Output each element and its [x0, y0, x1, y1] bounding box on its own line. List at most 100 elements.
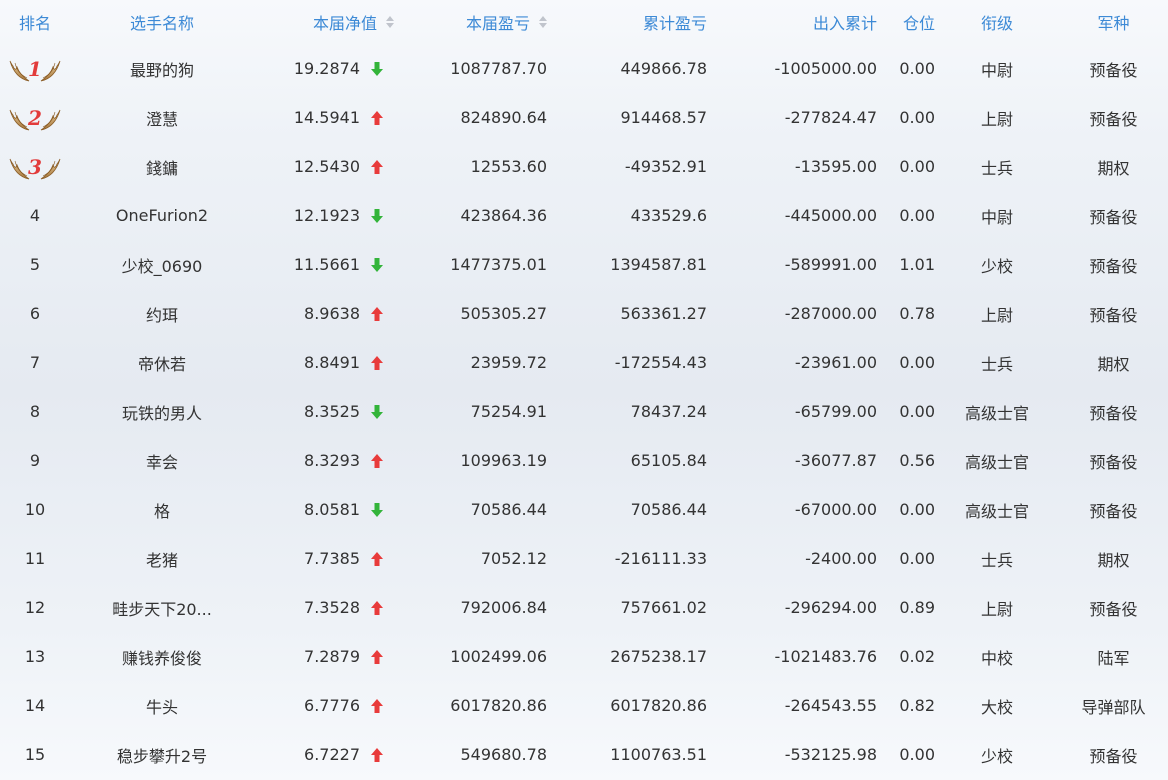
title-cell: 士兵 — [980, 158, 1013, 178]
table-row[interactable]: 9 幸会 8.3293 109963.19 65105.84 -36077.87 0.56 高… — [0, 436, 1168, 485]
nav-cell: 8.0581 — [254, 485, 398, 534]
pos-cell: 0.00 — [899, 549, 935, 568]
cum-cell: 78437.24 — [630, 402, 707, 421]
player-name[interactable]: 澄慧 — [70, 93, 254, 142]
nav-value: 12.5430 — [293, 157, 360, 176]
table-row[interactable]: 5 少校_0690 11.5661 1477375.01 1394587.81 -5899… — [0, 240, 1168, 289]
title-cell: 中校 — [980, 648, 1013, 668]
col-header-pos: 仓位 — [902, 14, 935, 33]
table-row[interactable]: 7 帝休若 8.8491 23959.72 -172554.43 -23961.00 0.0… — [0, 338, 1168, 387]
nav-cell: 8.9638 — [254, 289, 398, 338]
table-row[interactable]: 6 约珥 8.9638 505305.27 563361.27 -287000.00 0.7… — [0, 289, 1168, 338]
arm-cell: 陆军 — [1097, 648, 1130, 668]
rank-number: 3 — [28, 154, 42, 179]
table-row[interactable]: 10 格 8.0581 70586.44 70586.44 -67000.00 0.00 高级… — [0, 485, 1168, 534]
player-name[interactable]: 錢鏞 — [70, 142, 254, 191]
col-header-pnl[interactable]: 本届盈亏 — [398, 0, 547, 44]
io-cell: -589991.00 — [784, 255, 877, 274]
sort-caret-icon[interactable] — [539, 16, 547, 28]
nav-value: 6.7227 — [304, 745, 360, 764]
nav-value: 7.3528 — [304, 598, 360, 617]
cum-cell: 70586.44 — [630, 500, 707, 519]
title-cell: 高级士官 — [964, 403, 1029, 423]
arm-cell: 预备役 — [1089, 452, 1138, 472]
cum-cell: 449866.78 — [620, 59, 707, 78]
nav-cell: 8.3525 — [254, 387, 398, 436]
arrow-up-icon — [371, 453, 383, 468]
header-row: 排名 选手名称 本届净值 本届盈亏 累计盈亏 出入累计 仓位 衔级 军种 — [0, 0, 1168, 44]
player-name[interactable]: 牛头 — [70, 681, 254, 730]
player-name[interactable]: 老猪 — [70, 534, 254, 583]
nav-value: 8.3525 — [304, 402, 360, 421]
player-name[interactable]: OneFurion2 — [70, 191, 254, 240]
nav-cell: 7.3528 — [254, 583, 398, 632]
pos-cell: 0.56 — [899, 451, 935, 470]
nav-cell: 14.5941 — [254, 93, 398, 142]
sort-caret-icon[interactable] — [386, 16, 394, 28]
table-row[interactable]: 13 赚钱养俊俊 7.2879 1002499.06 2675238.17 -102148… — [0, 632, 1168, 681]
rank-cell: 9 — [29, 451, 41, 470]
arm-cell: 预备役 — [1089, 746, 1138, 766]
player-name[interactable]: 少校_0690 — [70, 240, 254, 289]
io-cell: -532125.98 — [784, 745, 877, 764]
table-row[interactable]: 11 老猪 7.7385 7052.12 -216111.33 -2400.00 0.00 士… — [0, 534, 1168, 583]
player-name[interactable]: 帝休若 — [70, 338, 254, 387]
cum-cell: -172554.43 — [614, 353, 707, 372]
table-row[interactable]: 4 OneFurion2 12.1923 423864.36 433529.6 -4450… — [0, 191, 1168, 240]
table-row[interactable]: 15 稳步攀升2号 6.7227 549680.78 1100763.51 -532125… — [0, 730, 1168, 779]
col-header-nav-label: 本届净值 — [312, 14, 377, 33]
pos-cell: 0.78 — [899, 304, 935, 323]
arrow-up-icon — [371, 649, 383, 664]
arrow-up-icon — [371, 159, 383, 174]
nav-value: 14.5941 — [293, 108, 360, 127]
col-header-nav[interactable]: 本届净值 — [254, 0, 398, 44]
table-row[interactable]: 12 畦步天下20... 7.3528 792006.84 757661.02 -2962… — [0, 583, 1168, 632]
pnl-cell: 1477375.01 — [450, 255, 547, 274]
io-cell: -445000.00 — [784, 206, 877, 225]
player-name[interactable]: 最野的狗 — [70, 44, 254, 93]
rank-cell: 6 — [29, 304, 41, 323]
player-name[interactable]: 幸会 — [70, 436, 254, 485]
pos-cell: 0.89 — [899, 598, 935, 617]
pos-cell: 0.82 — [899, 696, 935, 715]
player-name[interactable]: 玩铁的男人 — [70, 387, 254, 436]
arm-cell: 期权 — [1097, 354, 1130, 374]
table-row[interactable]: 8 玩铁的男人 8.3525 75254.91 78437.24 -65799.00 0.0… — [0, 387, 1168, 436]
arrow-up-icon — [371, 110, 383, 125]
table-body: 1 最野的狗 19.2874 1087787.70 449866.78 -1005000.… — [0, 44, 1168, 779]
table-row[interactable]: 14 牛头 6.7776 6017820.86 6017820.86 -264543.55… — [0, 681, 1168, 730]
rank-medal: 2 — [7, 102, 63, 134]
player-name[interactable]: 格 — [70, 485, 254, 534]
rank-cell: 15 — [24, 745, 46, 764]
cum-cell: -216111.33 — [614, 549, 707, 568]
table-row[interactable]: 1 最野的狗 19.2874 1087787.70 449866.78 -1005000.… — [0, 44, 1168, 93]
col-header-io: 出入累计 — [812, 14, 877, 33]
title-cell: 少校 — [980, 256, 1013, 276]
io-cell: -67000.00 — [794, 500, 877, 519]
title-cell: 中尉 — [980, 60, 1013, 80]
nav-cell: 7.7385 — [254, 534, 398, 583]
rank-cell: 3 — [0, 142, 70, 191]
pnl-cell: 549680.78 — [460, 745, 547, 764]
nav-value: 7.2879 — [304, 647, 360, 666]
pos-cell: 0.00 — [899, 353, 935, 372]
title-cell: 士兵 — [980, 550, 1013, 570]
title-cell: 大校 — [980, 697, 1013, 717]
nav-value: 19.2874 — [293, 59, 360, 78]
nav-cell: 12.1923 — [254, 191, 398, 240]
arm-cell: 预备役 — [1089, 60, 1138, 80]
rank-cell: 7 — [29, 353, 41, 372]
table-row[interactable]: 3 錢鏞 12.5430 12553.60 -49352.91 -13595.00 0.00… — [0, 142, 1168, 191]
player-name[interactable]: 畦步天下20... — [70, 583, 254, 632]
player-name[interactable]: 赚钱养俊俊 — [70, 632, 254, 681]
io-cell: -296294.00 — [784, 598, 877, 617]
pnl-cell: 23959.72 — [470, 353, 547, 372]
player-name[interactable]: 约珥 — [70, 289, 254, 338]
pos-cell: 0.00 — [899, 745, 935, 764]
table-row[interactable]: 2 澄慧 14.5941 824890.64 914468.57 -277824.47 0.… — [0, 93, 1168, 142]
col-header-cum: 累计盈亏 — [642, 14, 707, 33]
title-cell: 高级士官 — [964, 452, 1029, 472]
arm-cell: 期权 — [1097, 550, 1130, 570]
arm-cell: 预备役 — [1089, 109, 1138, 129]
player-name[interactable]: 稳步攀升2号 — [70, 730, 254, 779]
